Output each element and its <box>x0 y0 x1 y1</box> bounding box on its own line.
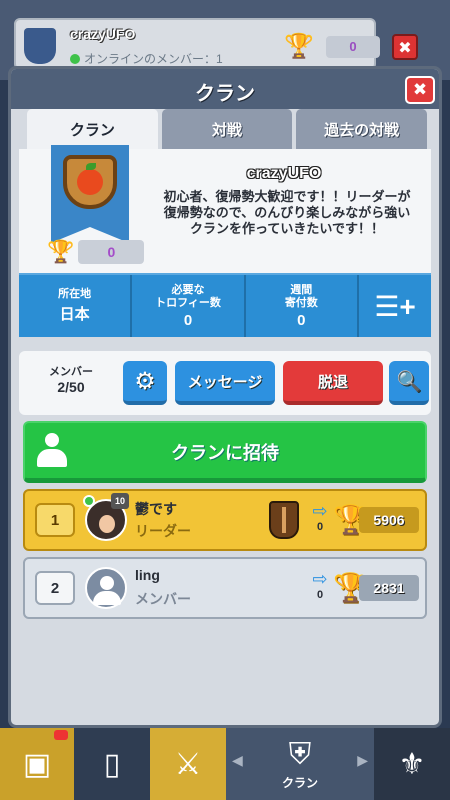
tab-clan[interactable]: クラン <box>27 109 158 149</box>
members-value: 2/50 <box>57 379 85 395</box>
nav-shop[interactable]: ▣ <box>0 728 74 800</box>
leave-button[interactable]: 脱退 <box>283 361 383 405</box>
invite-button[interactable]: クランに招待 <box>23 421 427 483</box>
stat-weekly-donations-label: 週間 寄付数 <box>284 283 318 309</box>
background-clan-name: crazyUFO <box>70 26 136 42</box>
clan-trophy-row: 🏆 0 <box>47 239 145 265</box>
background-clan-badge-icon <box>24 28 56 64</box>
search-icon: 🔍 <box>396 370 422 393</box>
notification-badge <box>54 730 68 740</box>
clan-menu-button[interactable]: ☰+ <box>359 275 431 337</box>
donation-count: 0 <box>316 521 324 533</box>
clan-name: crazyUFO <box>246 165 322 182</box>
clan-shield-icon: ⛨ <box>288 737 312 771</box>
laurel-sword-icon: ⚜ <box>398 747 426 781</box>
donations: ⇨ 0 <box>309 569 331 601</box>
card-donation-icon: ⇨ <box>312 569 328 589</box>
member-role: メンバー <box>135 591 191 607</box>
member-name: ling <box>135 567 160 583</box>
settings-button[interactable]: ⚙ <box>123 361 167 405</box>
nav-battle[interactable]: ⚔ <box>150 728 226 800</box>
nav-events[interactable]: ⚜ <box>374 728 450 800</box>
member-name: 鬱です <box>135 501 177 517</box>
member-row[interactable]: 2 ling メンバー ⇨ 0 🏆 2831 <box>23 557 427 619</box>
stat-weekly-donations: 週間 寄付数 0 <box>246 275 359 337</box>
background-online-text: オンラインのメンバー：1 <box>70 50 223 67</box>
member-row[interactable]: 1 10 鬱です リーダー ⇨ 0 🏆 5906 <box>23 489 427 551</box>
clan-trophy-icon: 🏆 <box>47 239 75 264</box>
crossed-swords-icon: ⚔ <box>174 747 202 781</box>
tab-bar: クラン 対戦 過去の対戦 <box>27 109 428 149</box>
bottom-nav: ▣ ▯ ⚔ ◀ ⛨ クラン ▶ ⚜ <box>0 728 450 800</box>
message-button[interactable]: メッセージ <box>175 361 275 405</box>
clan-description: 初心者、復帰勢大歓迎です！！リーダーが復帰勢なので、のんびり楽しみながら強いクラ… <box>163 189 411 236</box>
background-close-icon: ✖ <box>392 34 418 60</box>
online-dot-icon <box>70 54 80 64</box>
panel-header: クラン ✖ <box>11 69 439 109</box>
chest-icon: ▣ <box>22 747 52 781</box>
close-button[interactable]: ✖ <box>405 76 435 104</box>
panel-title: クラン <box>195 83 255 105</box>
clan-info-card: 🏆 0 crazyUFO 初心者、復帰勢大歓迎です！！リーダーが復帰勢なので、の… <box>19 145 431 273</box>
clan-trophy-value: 0 <box>78 240 145 264</box>
list-add-icon: ☰+ <box>374 290 416 322</box>
online-status-icon <box>83 495 95 507</box>
clan-banner <box>51 145 129 243</box>
stat-required-trophies-label: 必要な トロフィー数 <box>155 283 221 309</box>
stat-required-trophies: 必要な トロフィー数 0 <box>132 275 246 337</box>
clan-badge-icon <box>63 155 117 209</box>
arrow-left-icon: ◀ <box>232 752 243 768</box>
cards-icon: ▯ <box>103 747 121 781</box>
search-button[interactable]: 🔍 <box>389 361 429 405</box>
member-toolbar: メンバー 2/50 ⚙ メッセージ 脱退 🔍 <box>19 351 431 415</box>
member-rank: 2 <box>35 571 75 605</box>
card-donation-icon: ⇨ <box>312 501 328 521</box>
orange-icon <box>77 163 103 195</box>
stat-location-label: 所在地 <box>58 288 92 300</box>
nav-cards[interactable]: ▯ <box>74 728 150 800</box>
stat-location: 所在地 日本 <box>19 275 133 337</box>
stat-location-value: 日本 <box>59 306 90 323</box>
members-count: メンバー 2/50 <box>31 363 111 395</box>
donation-count: 0 <box>316 589 324 601</box>
background-trophy-icon: 🏆 <box>284 33 314 60</box>
default-avatar-icon <box>85 567 127 609</box>
invite-label: クランに招待 <box>171 443 279 463</box>
nav-clan-label: クラン <box>281 775 318 790</box>
tab-war[interactable]: 対戦 <box>161 109 293 149</box>
member-rank: 1 <box>35 503 75 537</box>
members-label: メンバー <box>49 366 93 378</box>
arrow-right-icon: ▶ <box>357 752 368 768</box>
clan-stats-bar: 所在地 日本 必要な トロフィー数 0 週間 寄付数 0 ☰+ <box>19 273 431 337</box>
tab-war-history[interactable]: 過去の対戦 <box>296 109 428 149</box>
stat-required-trophies-value: 0 <box>183 311 193 329</box>
stat-weekly-donations-value: 0 <box>297 311 306 329</box>
member-trophies: 2831 <box>359 575 419 601</box>
arena-icon <box>269 501 299 539</box>
member-role: リーダー <box>135 523 191 539</box>
member-trophies: 5906 <box>359 507 419 533</box>
level-badge: 10 <box>111 493 129 509</box>
clan-panel: クラン ✖ クラン 対戦 過去の対戦 🏆 0 crazyUFO 初心者、復帰勢大… <box>8 66 442 728</box>
nav-clan[interactable]: ◀ ⛨ クラン ▶ <box>226 728 374 800</box>
gear-icon: ⚙ <box>134 367 156 395</box>
background-trophy-count: 0 <box>326 36 380 58</box>
background-clan-card: crazyUFO オンラインのメンバー：1 🏆 0 <box>14 18 380 70</box>
donations: ⇨ 0 <box>309 501 331 533</box>
